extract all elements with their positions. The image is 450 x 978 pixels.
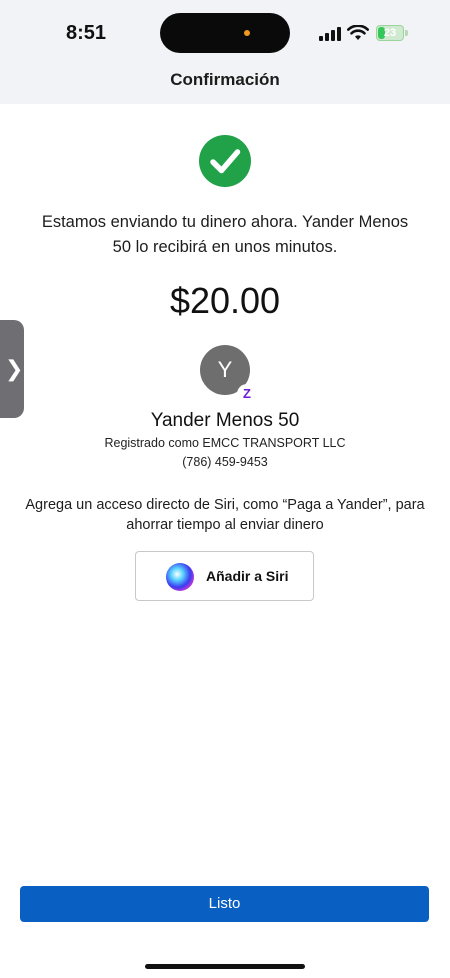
done-button[interactable]: Listo [20, 886, 429, 922]
dynamic-island [160, 13, 290, 53]
home-indicator[interactable] [145, 964, 305, 969]
privacy-indicator-dot [244, 30, 250, 36]
battery-icon: 23 [376, 25, 408, 41]
page-title: Confirmación [170, 70, 280, 89]
recipient-phone: (786) 459-9453 [182, 455, 268, 469]
siri-shortcut-hint: Agrega un acceso directo de Siri, como “… [25, 497, 425, 533]
battery-tip [405, 30, 408, 36]
status-bar: 8:51 23 [0, 0, 450, 62]
add-to-siri-label: Añadir a Siri [206, 568, 289, 584]
chevron-right-icon: ❯ [5, 356, 24, 381]
add-to-siri-button[interactable]: Añadir a Siri [135, 551, 314, 601]
recipient-registered-as: Registrado como EMCC TRANSPORT LLC [104, 436, 346, 450]
wifi-icon [347, 25, 369, 40]
confirmation-message: Estamos enviando tu dinero ahora. Yander… [41, 213, 409, 256]
battery-percentage: 23 [383, 27, 397, 39]
siri-icon [166, 563, 194, 591]
check-circle-icon [199, 135, 251, 187]
zelle-icon: Z [237, 384, 257, 404]
recipient-name: Yander Menos 50 [150, 410, 300, 431]
cellular-signal-icon [319, 27, 341, 41]
transfer-amount: $20.00 [169, 280, 281, 321]
side-panel-handle[interactable]: ❯ [0, 320, 24, 418]
status-time: 8:51 [66, 22, 107, 44]
